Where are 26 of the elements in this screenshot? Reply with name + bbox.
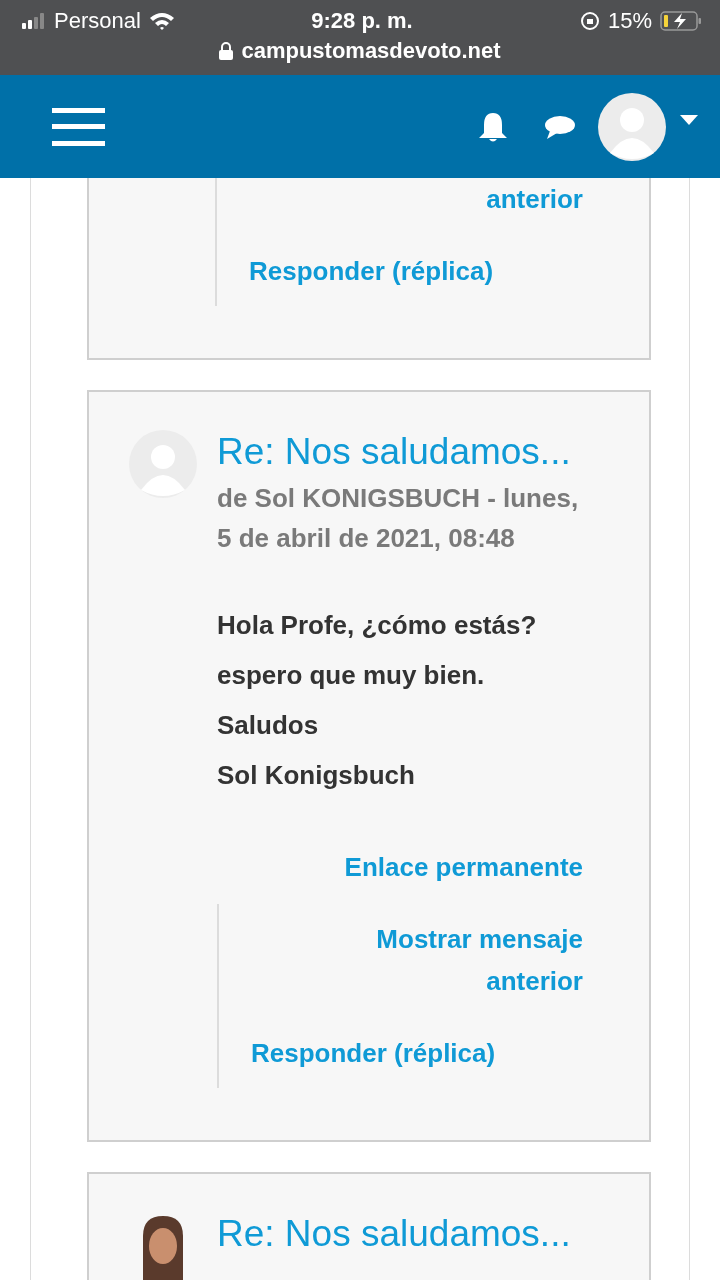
post-text: Saludos — [217, 709, 320, 742]
post-title[interactable]: Re: Nos saludamos... — [217, 1212, 571, 1256]
show-previous-link[interactable]: anterior — [486, 178, 583, 220]
chat-icon[interactable] — [544, 113, 576, 140]
user-avatar[interactable] — [598, 92, 666, 161]
rotation-lock-icon — [579, 11, 600, 31]
reply-link[interactable]: Responder (réplica) — [249, 250, 583, 292]
post-text: espero que muy bien. — [217, 659, 486, 692]
battery-percent: 15% — [607, 8, 652, 34]
permalink-link[interactable]: Enlace permanente — [344, 846, 583, 888]
show-previous-link[interactable]: Mostrar mensaje anterior — [343, 918, 583, 1002]
post-text: Hola Profe, ¿cómo estás? — [217, 609, 538, 642]
reply-link[interactable]: Responder (réplica) — [251, 1032, 583, 1074]
bell-icon[interactable] — [478, 110, 508, 143]
post-byline: de Sol KONIGSBUCH - lunes, 5 de abril de 2021, 08:48 — [217, 482, 580, 555]
menu-icon[interactable] — [52, 107, 105, 146]
battery-icon — [660, 11, 702, 31]
page-url: campustomasdevoto.net — [241, 38, 501, 64]
post-text: Sol Konigsbuch — [217, 759, 416, 792]
signal-icon — [22, 13, 46, 29]
wifi-icon — [148, 11, 175, 31]
caret-icon[interactable] — [680, 114, 698, 125]
clock-time: 9:28 p. m. — [311, 8, 413, 34]
lock-icon — [219, 42, 234, 60]
carrier-name: Personal — [54, 8, 141, 34]
post-title[interactable]: Re: Nos saludamos... — [217, 430, 583, 474]
